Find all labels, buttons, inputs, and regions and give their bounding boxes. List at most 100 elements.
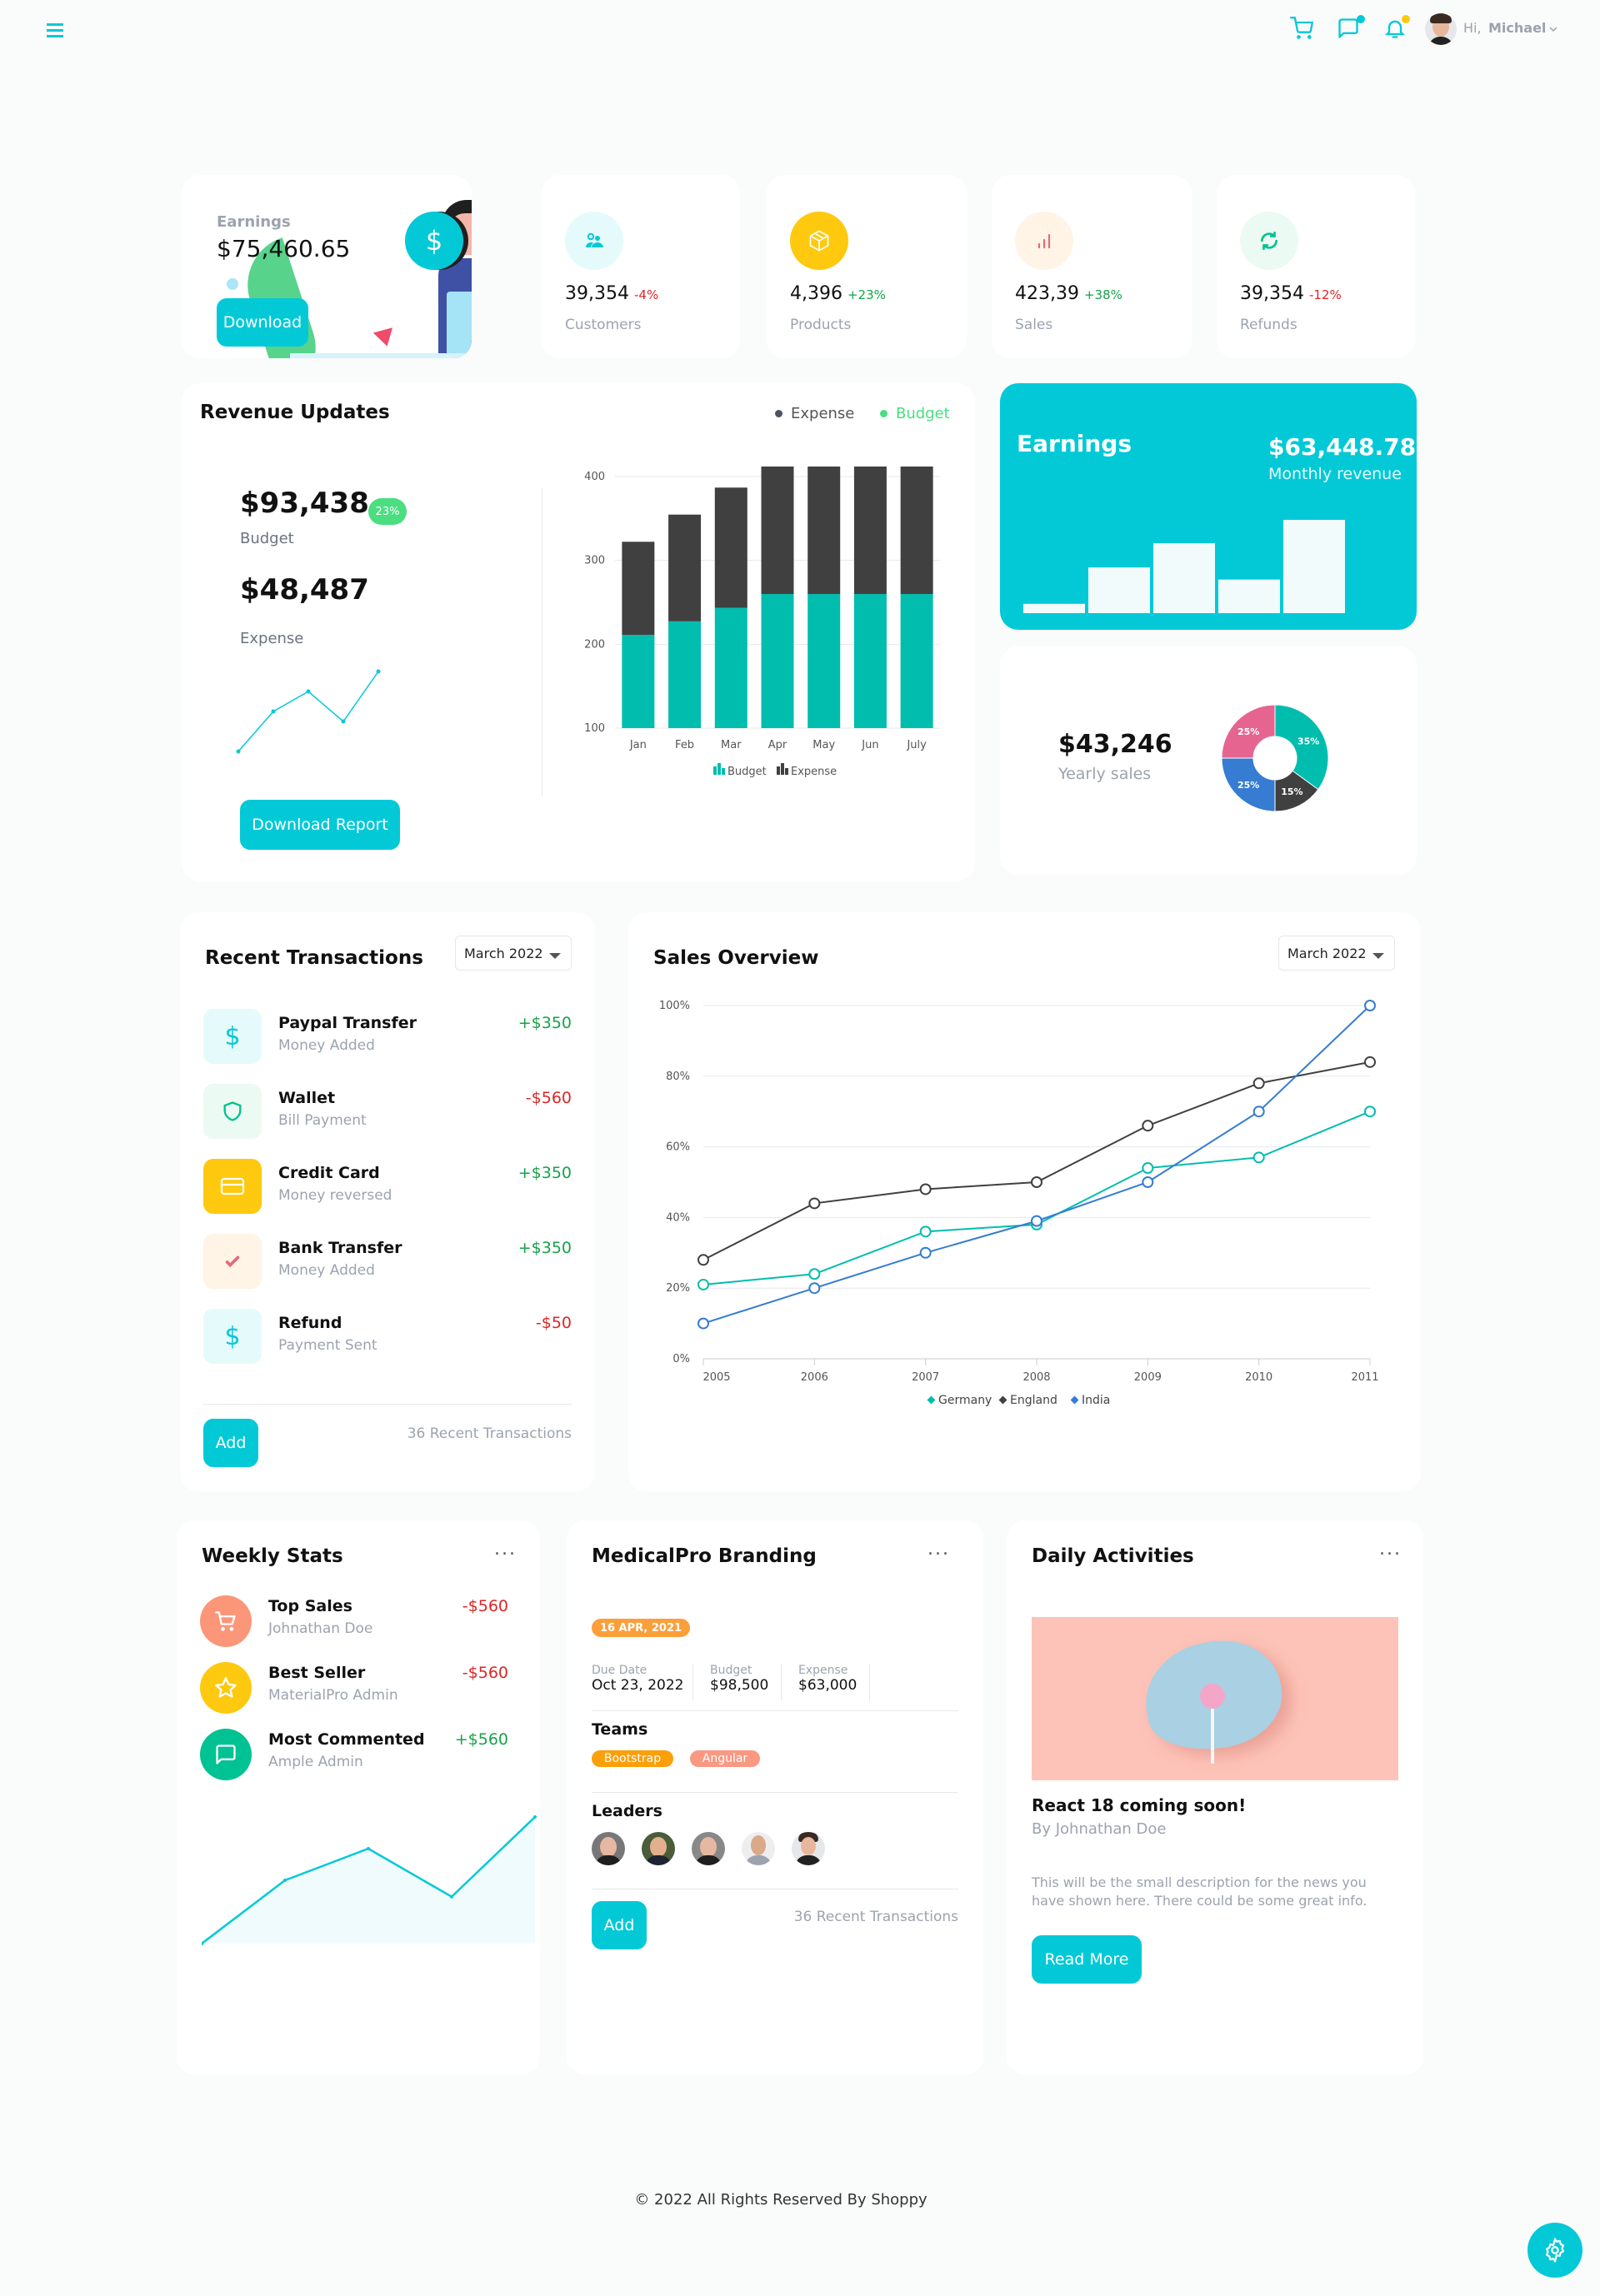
dollar-icon: $ <box>425 225 443 257</box>
sparkline-point <box>236 749 241 754</box>
sparkline-point <box>376 669 381 674</box>
weekly-area-chart <box>202 1815 537 1945</box>
bar-budget <box>761 594 794 728</box>
transaction-row[interactable]: $ Paypal Transfer Money Added +$350 <box>203 1009 572 1067</box>
budget-block: Budget $98,500 <box>710 1664 782 1700</box>
x-tick-label: Feb <box>675 739 694 751</box>
revenue-title: Revenue Updates <box>200 402 390 423</box>
point-india <box>808 1282 821 1295</box>
chat-button[interactable] <box>1337 15 1365 43</box>
transaction-name: Credit Card <box>278 1164 380 1182</box>
stat-icon-button[interactable] <box>565 212 623 270</box>
legend-item-budget: Budget <box>713 763 767 778</box>
legend-budget[interactable]: Budget <box>880 405 950 422</box>
transaction-name: Paypal Transfer <box>278 1014 418 1032</box>
stat-change: +23% <box>847 287 886 302</box>
leader-avatar[interactable] <box>692 1832 725 1865</box>
hamburger-icon[interactable] <box>47 22 65 38</box>
stat-label: Sales <box>1015 317 1053 333</box>
team-pill-bootstrap[interactable]: Bootstrap <box>592 1750 673 1767</box>
transaction-icon: $ <box>203 1309 262 1364</box>
expense-block: Expense $63,000 <box>798 1664 870 1700</box>
earnings-card-title: Earnings <box>1017 430 1132 457</box>
transaction-row[interactable]: Credit Card Money reversed +$350 <box>203 1159 572 1217</box>
budget-badge: 23% <box>368 498 407 525</box>
legend-expense[interactable]: Expense <box>775 405 854 422</box>
read-more-button[interactable]: Read More <box>1032 1935 1142 1984</box>
transaction-row[interactable]: Bank Transfer Money Added +$350 <box>203 1234 572 1292</box>
sales-overview-month-dropdown[interactable]: March 2022 <box>1278 936 1395 971</box>
add-transaction-button[interactable]: Add <box>203 1419 258 1467</box>
more-options-icon[interactable]: ... <box>1379 1539 1402 1560</box>
leader-avatar[interactable] <box>592 1832 625 1865</box>
stat-value: 39,354 <box>565 283 629 304</box>
leader-avatar[interactable] <box>642 1832 675 1865</box>
settings-fab[interactable] <box>1528 2223 1582 2278</box>
more-options-icon[interactable]: ... <box>494 1539 517 1560</box>
monthly-earnings-card: Earnings $63,448.78 Monthly revenue <box>1000 383 1417 630</box>
stat-icon-button[interactable] <box>1015 212 1073 270</box>
user-profile-menu[interactable]: Hi, Michael <box>1422 12 1563 47</box>
add-branding-button[interactable]: Add <box>592 1901 647 1949</box>
transactions-month-dropdown[interactable]: March 2022 <box>455 936 572 971</box>
stat-icon-button[interactable] <box>1240 212 1298 270</box>
more-options-icon[interactable]: ... <box>928 1539 950 1560</box>
divider <box>203 1404 572 1405</box>
point-england <box>1252 1077 1265 1090</box>
point-england <box>1031 1176 1042 1188</box>
stat-icon-button[interactable] <box>790 212 848 270</box>
team-pill-angular[interactable]: Angular <box>690 1750 760 1767</box>
leader-avatar[interactable] <box>742 1832 775 1865</box>
x-tick-label: Mar <box>721 739 742 751</box>
teams-label: Teams <box>592 1720 648 1739</box>
area-point <box>283 1879 287 1882</box>
transaction-sub: Money reversed <box>278 1187 392 1204</box>
cart-button[interactable] <box>1290 17 1317 43</box>
cart-icon <box>215 1611 236 1631</box>
sales-overview-line-chart: 0% 20% 40% 60% 80% 100% 2005 2006 2007 2008 2009 20… <box>659 1000 1379 1407</box>
cart-icon <box>1290 17 1313 39</box>
stat-value: 4,396 <box>790 283 842 304</box>
weekly-stat-amount: +$560 <box>454 1730 508 1749</box>
download-button[interactable]: Download <box>217 298 308 347</box>
donut-label: 25% <box>1238 726 1259 737</box>
transaction-name: Bank Transfer <box>278 1239 402 1257</box>
legend-label: India <box>1082 1394 1110 1407</box>
weekly-stat-row[interactable]: Most Commented Ample Admin +$560 <box>200 1729 517 1787</box>
transaction-sub: Money Added <box>278 1262 375 1279</box>
y-tick-label: 400 <box>584 471 605 483</box>
point-germany <box>1364 1106 1376 1118</box>
download-report-button[interactable]: Download Report <box>240 800 400 850</box>
notification-badge-dot <box>1402 15 1410 23</box>
point-india <box>1252 1106 1265 1118</box>
transaction-row[interactable]: Wallet Bill Payment -$560 <box>203 1084 572 1142</box>
legend-label: England <box>1010 1394 1058 1407</box>
yearly-value: $43,246 <box>1058 730 1172 759</box>
legend-marker <box>927 1395 936 1405</box>
leader-avatar[interactable] <box>792 1832 825 1865</box>
legend-bar-icon <box>781 763 784 775</box>
weekly-stat-row[interactable]: Best Seller MaterialPro Admin -$560 <box>200 1662 517 1720</box>
weekly-stat-sub: Ample Admin <box>268 1754 363 1770</box>
legend-marker <box>1070 1395 1079 1405</box>
branding-title: MedicalPro Branding <box>592 1545 817 1567</box>
transaction-row[interactable]: $ Refund Payment Sent -$50 <box>203 1309 572 1367</box>
transaction-amount: -$560 <box>525 1089 572 1107</box>
daily-title: Daily Activities <box>1032 1545 1194 1567</box>
weekly-stat-row[interactable]: Top Sales Johnathan Doe -$560 <box>200 1595 517 1654</box>
weekly-stat-name: Top Sales <box>268 1597 352 1615</box>
stat-card-sales: 423,39 +38% Sales <box>992 175 1192 358</box>
branding-expense-label: Expense <box>798 1664 848 1677</box>
budget-label: Budget <box>240 530 294 547</box>
y-tick-label: 20% <box>666 1282 690 1295</box>
sparkline-point <box>271 709 276 714</box>
stat-change: -12% <box>1308 287 1342 302</box>
y-tick-label: 60% <box>666 1141 690 1154</box>
budget-value: $93,438 <box>240 487 369 520</box>
legend-bar-icon <box>713 766 717 775</box>
x-tick-label: 2011 <box>1351 1371 1378 1384</box>
transaction-amount: +$350 <box>518 1014 572 1032</box>
notification-button[interactable] <box>1383 15 1412 43</box>
stat-card-refunds: 39,354 -12% Refunds <box>1217 175 1415 358</box>
star-icon <box>215 1677 237 1698</box>
